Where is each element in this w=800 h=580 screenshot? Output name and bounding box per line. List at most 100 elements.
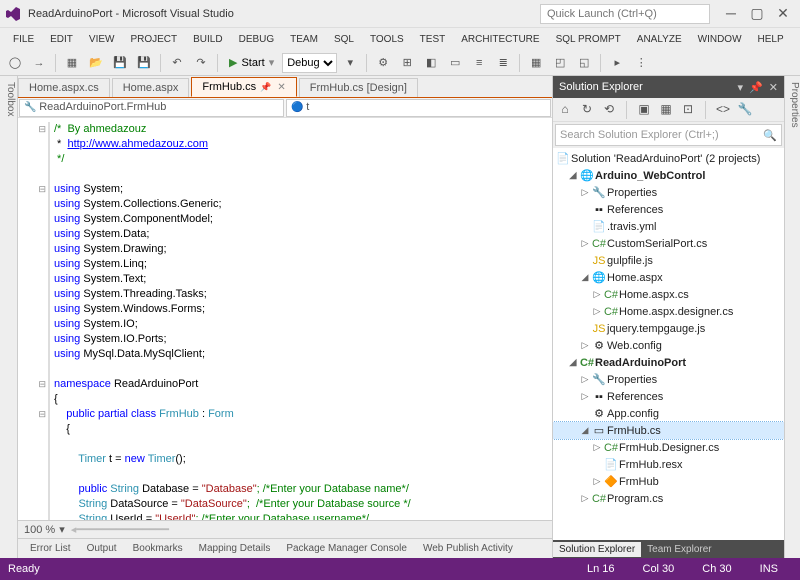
pane-close-icon[interactable]: ✕ [769,81,778,94]
start-debug-button[interactable]: ▶Start▾ [223,52,280,74]
menu-view[interactable]: VIEW [82,31,122,48]
menu-test[interactable]: TEST [413,31,453,48]
tool-icon-9[interactable]: ⋮ [630,52,652,74]
nav-fwd-icon[interactable]: → [28,52,50,74]
browser-select-icon[interactable]: ▾ [339,52,361,74]
tool-icon-7[interactable]: ◱ [573,52,595,74]
home-icon[interactable]: ⌂ [557,102,573,118]
menu-tools[interactable]: TOOLS [363,31,411,48]
config-select[interactable]: Debug [282,53,337,73]
menu-team[interactable]: TEAM [283,31,325,48]
properties-tab[interactable]: Properties [784,76,800,558]
tab-home-aspx-cs[interactable]: Home.aspx.cs [18,78,110,97]
menu-file[interactable]: FILE [6,31,41,48]
file-frmhub-des[interactable]: ▷C#FrmHub.Designer.cs [553,439,784,456]
menu-analyze[interactable]: ANALYZE [630,31,689,48]
tab-sol-exp[interactable]: Solution Explorer [553,542,641,557]
menu-project[interactable]: PROJECT [123,31,184,48]
file-customserial[interactable]: ▷C#CustomSerialPort.cs [553,235,784,252]
tab-frmhub-design[interactable]: FrmHub.cs [Design] [299,78,418,97]
editor-status: 100 %▾◂━━━━━━━━━━━━━━ [18,520,552,538]
tab-pmc[interactable]: Package Manager Console [280,541,413,556]
document-tabs: Home.aspx.cs Home.aspx FrmHub.cs📌✕ FrmHu… [18,76,552,98]
tab-output[interactable]: Output [81,541,123,556]
pin-icon[interactable]: 📌 [260,82,271,92]
project-readarduino[interactable]: ◢C#ReadArduinoPort [553,354,784,371]
menu-window[interactable]: WINDOW [691,31,749,48]
tool-icon-4[interactable]: ▭ [444,52,466,74]
tab-webpublish[interactable]: Web Publish Activity [417,541,519,556]
comment-icon[interactable]: ≡ [468,52,490,74]
uncomment-icon[interactable]: ≣ [492,52,514,74]
file-gulpfile[interactable]: JSgulpfile.js [553,252,784,269]
tab-bookmarks[interactable]: Bookmarks [127,541,189,556]
refs-node[interactable]: ▪▪References [553,201,784,218]
props-node2[interactable]: ▷🔧Properties [553,371,784,388]
menu-sql[interactable]: SQL [327,31,361,48]
save-icon[interactable]: 💾 [109,52,131,74]
menu-debug[interactable]: DEBUG [232,31,282,48]
tab-error-list[interactable]: Error List [24,541,77,556]
file-jquery[interactable]: JSjquery.tempgauge.js [553,320,784,337]
file-travis[interactable]: 📄.travis.yml [553,218,784,235]
tab-mapping[interactable]: Mapping Details [193,541,277,556]
se-search-input[interactable]: Search Solution Explorer (Ctrl+;)🔍 [555,124,782,146]
code-area[interactable]: ⊟/* By ahmedazouz * http://www.ahmedazou… [18,118,552,520]
status-col: Col 30 [629,563,689,575]
member-combo[interactable]: 🔵 t [286,99,551,117]
menu-sqlprompt[interactable]: SQL PROMPT [549,31,628,48]
tool-icon-5[interactable]: ▦ [525,52,547,74]
tool-icon-8[interactable]: ▸ [606,52,628,74]
file-appconfig[interactable]: ⚙App.config [553,405,784,422]
props-node[interactable]: ▷🔧Properties [553,184,784,201]
tab-frmhub-cs[interactable]: FrmHub.cs📌✕ [191,77,296,97]
se-bottom-tabs: Solution Explorer Team Explorer [553,540,784,558]
file-home-aspx[interactable]: ◢🌐Home.aspx [553,269,784,286]
class-combo[interactable]: 🔧 ReadArduinoPort.FrmHub [19,99,284,117]
quick-launch-input[interactable] [540,4,710,24]
file-frmhub-cs[interactable]: ◢▭FrmHub.cs [553,422,784,439]
toolbox-tab[interactable]: Toolbox [0,76,18,558]
class-frmhub[interactable]: ▷🔶FrmHub [553,473,784,490]
menu-build[interactable]: BUILD [186,31,229,48]
tool-icon-6[interactable]: ◰ [549,52,571,74]
redo-icon[interactable]: ↷ [190,52,212,74]
save-all-icon[interactable]: 💾 [133,52,155,74]
preview-icon[interactable]: ⊡ [680,102,696,118]
author-url-link[interactable]: http://www.ahmedazouz.com [67,138,208,150]
showall-icon[interactable]: ▦ [658,102,674,118]
tab-home-aspx[interactable]: Home.aspx [112,78,190,97]
props-icon[interactable]: 🔧 [737,102,753,118]
minimize-button[interactable]: ─ [718,4,744,24]
file-home-cs[interactable]: ▷C#Home.aspx.cs [553,286,784,303]
refs-node2[interactable]: ▷▪▪References [553,388,784,405]
solution-node[interactable]: 📄Solution 'ReadArduinoPort' (2 projects) [553,150,784,167]
nav-back-icon[interactable]: ◯ [4,52,26,74]
open-file-icon[interactable]: 📂 [85,52,107,74]
menu-architecture[interactable]: ARCHITECTURE [454,31,546,48]
code-icon[interactable]: <> [715,102,731,118]
tool-icon-1[interactable]: ⚙ [372,52,394,74]
tab-team-exp[interactable]: Team Explorer [641,542,717,557]
undo-icon[interactable]: ↶ [166,52,188,74]
tool-icon-2[interactable]: ⊞ [396,52,418,74]
file-home-des[interactable]: ▷C#Home.aspx.designer.cs [553,303,784,320]
file-program[interactable]: ▷C#Program.cs [553,490,784,507]
collapse-icon[interactable]: ▣ [636,102,652,118]
project-arduino[interactable]: ◢🌐Arduino_WebControl [553,167,784,184]
pane-pin-icon[interactable]: 📌 [749,81,763,94]
tool-icon-3[interactable]: ◧ [420,52,442,74]
menu-edit[interactable]: EDIT [43,31,80,48]
close-tab-icon[interactable]: ✕ [277,82,285,93]
new-project-icon[interactable]: ▦ [61,52,83,74]
menu-help[interactable]: HELP [751,31,791,48]
solution-explorer-header: Solution Explorer ▾📌✕ [553,76,784,98]
file-frmhub-resx[interactable]: 📄FrmHub.resx [553,456,784,473]
pane-dropdown-icon[interactable]: ▾ [738,81,744,94]
file-webconfig[interactable]: ▷⚙Web.config [553,337,784,354]
maximize-button[interactable]: ▢ [744,4,770,24]
status-bar: Ready Ln 16 Col 30 Ch 30 INS [0,558,800,580]
sync-icon[interactable]: ⟲ [601,102,617,118]
close-button[interactable]: ✕ [770,4,796,24]
refresh-icon[interactable]: ↻ [579,102,595,118]
